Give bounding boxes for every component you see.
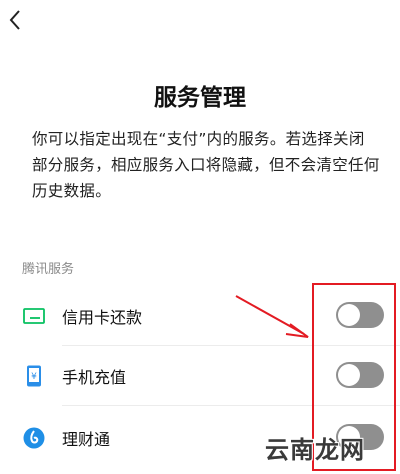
chevron-left-icon [9, 10, 20, 30]
phone-recharge-icon: ¥ [27, 365, 41, 387]
svg-text:¥: ¥ [31, 372, 37, 382]
watermark: 云南龙网 [265, 436, 365, 464]
credit-card-icon [23, 308, 45, 324]
page-description: 你可以指定出现在“支付”内的服务。若选择关闭部分服务，相应服务入口将隐藏，但不会… [32, 130, 380, 200]
service-label: 信用卡还款 [62, 308, 143, 327]
service-label: 理财通 [62, 430, 111, 449]
wealth-icon [23, 427, 45, 449]
page-title: 服务管理 [154, 85, 246, 111]
service-label: 手机充值 [62, 368, 127, 387]
section-label: 腾讯服务 [22, 262, 75, 277]
back-button[interactable] [0, 0, 30, 40]
annotation-arrow [235, 295, 309, 338]
